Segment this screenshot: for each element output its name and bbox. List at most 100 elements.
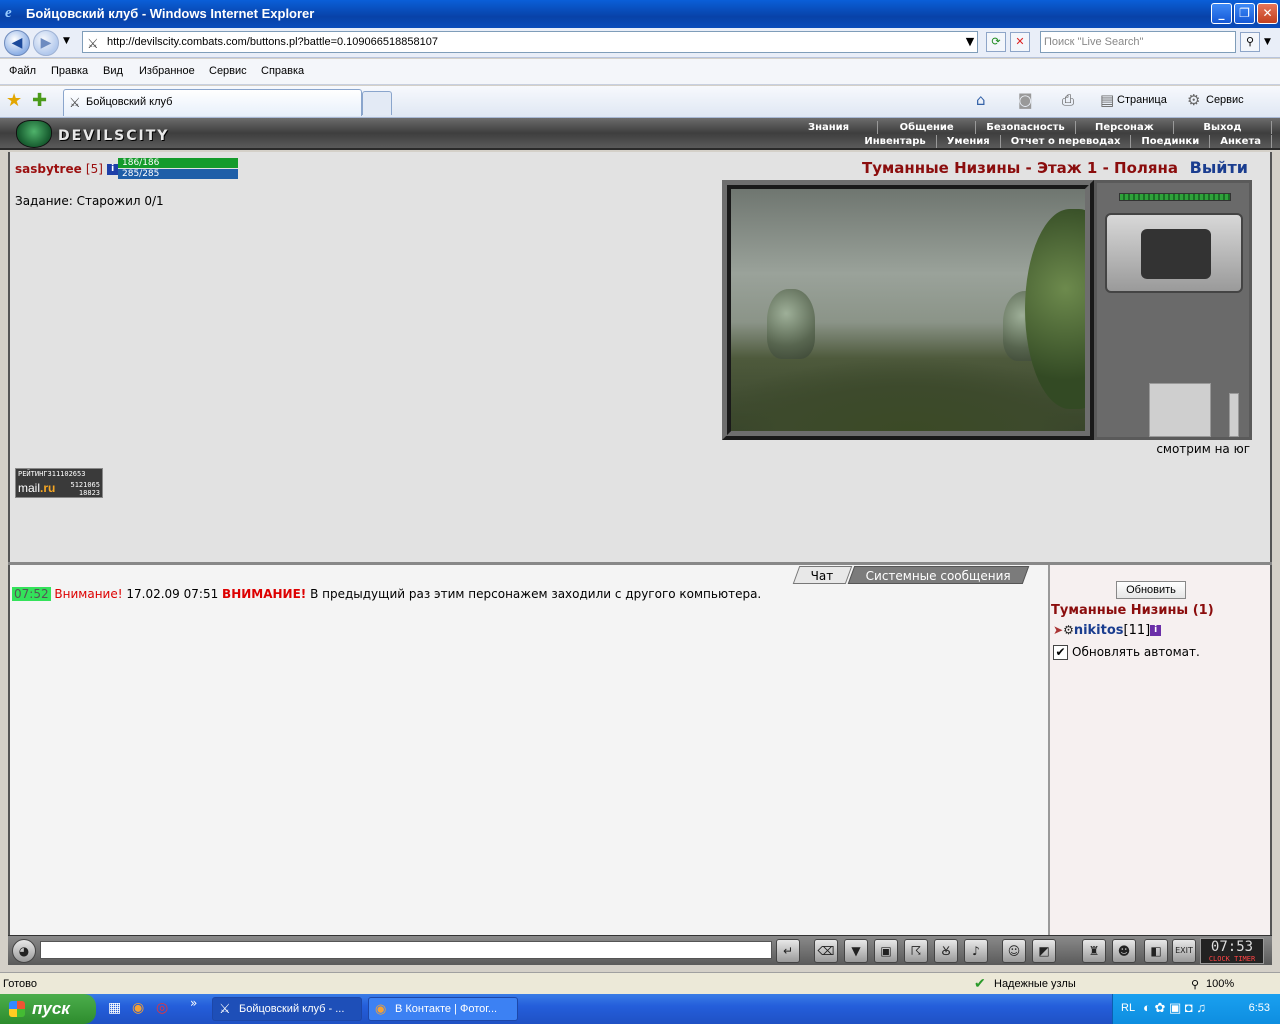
home-icon[interactable]: ⌂ [976, 91, 986, 109]
compass-center-icon[interactable] [1141, 229, 1211, 279]
minimize-button[interactable]: _ [1211, 3, 1232, 24]
nav-inventory[interactable]: Инвентарь [854, 135, 937, 148]
taskbar-item-combats[interactable]: ⚔ Бойцовский клуб - ... [212, 997, 362, 1021]
search-options-icon[interactable]: ▼ [1264, 37, 1271, 47]
location-scene[interactable] [722, 180, 1094, 440]
opera-icon[interactable]: ◎ [156, 1000, 168, 1016]
character-info-icon[interactable]: i [107, 164, 119, 175]
chat-input[interactable] [40, 941, 772, 959]
nav-secondary: Инвентарь Умения Отчет о переводах Поеди… [780, 135, 1272, 148]
window-title-bar: e Бойцовский клуб - Windows Internet Exp… [0, 0, 1280, 28]
sound-icon[interactable]: ♪ [964, 939, 988, 963]
menu-file[interactable]: Файл [9, 65, 36, 77]
counter-label: РЕЙТИНГ [18, 470, 48, 478]
counter-logo: mail.ru [18, 481, 55, 495]
address-dropdown-icon[interactable]: ▼ [962, 33, 978, 51]
move-timer-bar [1119, 193, 1231, 201]
action-icon[interactable]: ☈ [904, 939, 928, 963]
search-icon[interactable]: ⚲ [1240, 32, 1260, 52]
counter-v1: 5121065 [70, 481, 100, 489]
hp-bar: 186/186 [118, 158, 238, 168]
taskbar-item-label: В Контакте | Фотог... [395, 1003, 498, 1015]
exit-icon[interactable]: EXIT [1172, 939, 1196, 963]
show-desktop-icon[interactable]: ▦ [108, 1000, 121, 1016]
nav-transfers[interactable]: Отчет о переводах [1001, 135, 1132, 148]
nav-battles[interactable]: Поединки [1131, 135, 1211, 148]
nav-exit[interactable]: Выход [1174, 121, 1272, 134]
filter-icon[interactable]: ▼ [844, 939, 868, 963]
character-icon[interactable]: ☻ [1112, 939, 1136, 963]
menu-help[interactable]: Справка [261, 65, 304, 77]
forward-button[interactable]: ▶ [33, 30, 59, 56]
auto-refresh-checkbox[interactable]: ✔ [1053, 645, 1068, 660]
user-name[interactable]: nikitos [1074, 623, 1124, 638]
favorites-star-icon[interactable]: ★ [6, 90, 22, 111]
mailru-counter[interactable]: РЕЙТИНГ311102653 mail.ru 5121065 18823 [15, 468, 103, 498]
nav-communication[interactable]: Общение [878, 121, 977, 134]
clock-label: CLOCK [1208, 955, 1230, 963]
close-button[interactable]: ✕ [1257, 3, 1278, 24]
smiles-icon[interactable]: ☺ [1002, 939, 1026, 963]
tab-chat[interactable]: Чат [793, 566, 853, 584]
quest-status: Задание: Старожил 0/1 [15, 194, 164, 208]
add-favorite-icon[interactable]: ✚ [32, 90, 47, 111]
nav-profile[interactable]: Анкета [1210, 135, 1272, 148]
mana-bar: 285/285 [118, 169, 238, 179]
clear-icon[interactable]: ⌫ [814, 939, 838, 963]
history-dropdown-icon[interactable]: ▼ [63, 36, 70, 46]
chat-toolbar: ◕ ↵ ⌫ ▼ ▣ ☈ Ꙋ ♪ ☺ ◩ ♜ ☻ ◧ EXIT 07:53 CLO… [8, 935, 1272, 965]
stop-icon[interactable]: ✕ [1010, 32, 1030, 52]
menu-tools[interactable]: Сервис [209, 65, 247, 77]
user-info-icon[interactable]: i [1150, 625, 1162, 636]
tab-active[interactable]: ⚔ Бойцовский клуб [63, 89, 362, 116]
character-level: [5] [85, 162, 103, 176]
menu-bar: Файл Правка Вид Избранное Сервис Справка [0, 59, 1280, 85]
start-button[interactable]: пуск [0, 994, 96, 1024]
menu-favorites[interactable]: Избранное [139, 65, 195, 77]
counter-logo-suffix: .ru [40, 481, 56, 495]
tools-menu[interactable]: Сервис [1206, 94, 1244, 106]
page-menu[interactable]: Страница [1117, 94, 1167, 106]
site-favicon-icon: ⚔ [87, 36, 99, 51]
menu-edit[interactable]: Правка [51, 65, 88, 77]
save-log-icon[interactable]: ▣ [874, 939, 898, 963]
send-icon[interactable]: ↵ [776, 939, 800, 963]
refresh-icon[interactable]: ⟳ [986, 32, 1006, 52]
back-button[interactable]: ◀ [4, 30, 30, 56]
nav-knowledge[interactable]: Знания [780, 121, 879, 134]
menu-view[interactable]: Вид [103, 65, 123, 77]
firefox-icon[interactable]: ◉ [132, 1000, 144, 1016]
feeds-icon[interactable]: ◙ [1018, 91, 1033, 109]
taskbar-item-vkontakte[interactable]: ◉ В Контакте | Фотог... [368, 997, 518, 1021]
compass-control[interactable] [1105, 213, 1243, 293]
maximize-button[interactable]: ❐ [1234, 3, 1255, 24]
monster-figure[interactable] [767, 289, 815, 359]
zoom-level[interactable]: 100% [1206, 978, 1234, 990]
bag-icon[interactable]: ♜ [1082, 939, 1106, 963]
new-tab-button[interactable] [362, 91, 392, 115]
chat-time[interactable]: 07:52 [12, 587, 51, 601]
tab-system-messages[interactable]: Системные сообщения [847, 566, 1030, 584]
chat-panel: Чат Системные сообщения 07:52 Внимание! … [8, 565, 1048, 935]
nav-skills[interactable]: Умения [937, 135, 1001, 148]
inventory-icon[interactable]: ◧ [1144, 939, 1168, 963]
auto-refresh-option: ✔ Обновлять автомат. [1053, 645, 1200, 660]
translit-icon[interactable]: Ꙋ [934, 939, 958, 963]
tray-icons[interactable]: ◐ ✿ ▣ ◘ ♫ [1143, 1000, 1206, 1016]
character-name[interactable]: sasbytree [5] i [15, 162, 119, 176]
search-input[interactable]: Поиск "Live Search" [1040, 31, 1236, 53]
nav-security[interactable]: Безопасность [976, 121, 1076, 134]
start-label: пуск [32, 999, 70, 1018]
address-bar[interactable]: ⚔ http://devilscity.combats.com/buttons.… [82, 31, 978, 53]
taskbar-item-label: Бойцовский клуб - ... [239, 1003, 345, 1015]
chat-filter-icon[interactable]: ◕ [12, 939, 36, 963]
refresh-button[interactable]: Обновить [1116, 581, 1186, 599]
security-zone[interactable]: Надежные узлы [994, 978, 1076, 990]
settings-icon[interactable]: ◩ [1032, 939, 1056, 963]
language-indicator[interactable]: RL [1121, 1002, 1135, 1014]
nav-character[interactable]: Персонаж [1076, 121, 1174, 134]
print-icon[interactable]: ⎙ [1062, 91, 1074, 109]
exit-location-link[interactable]: Выйти [1190, 158, 1248, 177]
private-message-icon[interactable]: ➤ [1053, 623, 1063, 637]
quicklaunch-more-icon[interactable]: » [190, 996, 197, 1010]
